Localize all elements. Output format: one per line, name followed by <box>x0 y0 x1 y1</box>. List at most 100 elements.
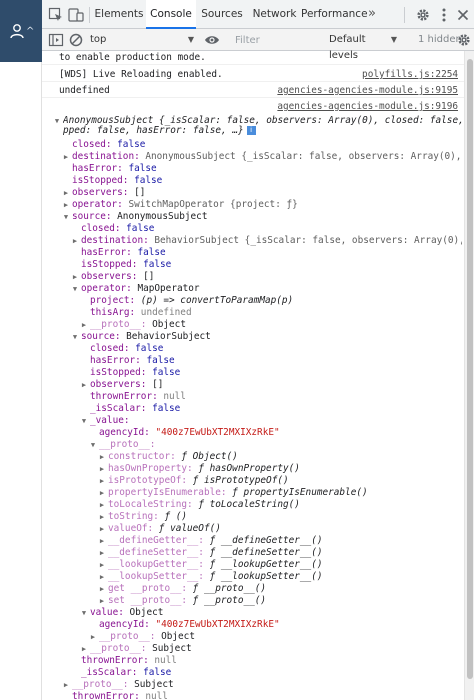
filter-input[interactable]: Filter <box>230 31 320 48</box>
source-link[interactable]: agencies-agencies-module.js:9196 <box>277 101 458 113</box>
expand-triangle[interactable]: ▶ <box>97 535 107 547</box>
property-row[interactable]: destination: BehaviorSubject {_isScalar:… <box>81 235 462 247</box>
property-row[interactable]: hasOwnProperty: ƒ hasOwnProperty() <box>108 463 300 475</box>
property-value: Subject <box>146 643 192 654</box>
expand-triangle[interactable]: ▶ <box>79 319 89 331</box>
property-key: source: <box>72 211 112 222</box>
property-row[interactable]: value: Object <box>90 607 163 619</box>
property-row[interactable]: observers: [] <box>90 379 163 391</box>
expand-triangle[interactable]: ▶ <box>97 559 107 571</box>
expand-triangle[interactable]: ▶ <box>97 463 107 475</box>
property-row[interactable]: set __proto__: ƒ __proto__() <box>108 595 266 607</box>
expand-triangle[interactable]: ▶ <box>97 583 107 595</box>
collapse-triangle[interactable]: ▼ <box>88 439 98 451</box>
eye-icon[interactable] <box>204 32 220 48</box>
chevron-up-icon[interactable]: ^ <box>26 26 34 37</box>
property-row[interactable]: valueOf: ƒ valueOf() <box>108 523 221 535</box>
context-selector[interactable]: top ▼ <box>90 32 200 48</box>
property-row[interactable]: constructor: ƒ Object() <box>108 451 238 463</box>
inspect-element-icon[interactable] <box>48 7 64 23</box>
collapse-triangle[interactable]: ▼ <box>61 211 71 223</box>
expand-triangle[interactable]: ▶ <box>79 379 89 391</box>
console-settings-icon[interactable] <box>456 32 472 48</box>
property-row[interactable]: __proto__: Subject <box>72 679 174 691</box>
collapse-triangle[interactable]: ▼ <box>79 415 89 427</box>
info-icon[interactable]: i <box>246 126 256 135</box>
property-row[interactable]: __proto__: <box>99 439 155 451</box>
console-sidebar-icon[interactable] <box>48 32 64 48</box>
property-row[interactable]: propertyIsEnumerable: ƒ propertyIsEnumer… <box>108 487 368 499</box>
expand-triangle[interactable]: ▶ <box>97 511 107 523</box>
property-row[interactable]: isPrototypeOf: ƒ isPrototypeOf() <box>108 475 289 487</box>
property-row[interactable]: source: AnonymousSubject <box>72 211 207 223</box>
property-key: __defineGetter__: <box>108 535 204 546</box>
property-row[interactable]: operator: MapOperator <box>81 283 200 295</box>
property-key: thrownError: <box>90 391 158 402</box>
property-row[interactable]: __defineGetter__: ƒ __defineGetter__() <box>108 535 322 547</box>
property-row[interactable]: get __proto__: ƒ __proto__() <box>108 583 266 595</box>
property-row[interactable]: source: BehaviorSubject <box>81 331 211 343</box>
expand-triangle[interactable]: ▶ <box>97 571 107 583</box>
expand-triangle[interactable]: ▶ <box>70 271 80 283</box>
expand-triangle[interactable]: ▶ <box>70 235 80 247</box>
tab-sources[interactable]: Sources <box>197 0 247 29</box>
log-levels-dropdown[interactable]: Default levels ▼ <box>329 32 397 61</box>
expand-triangle[interactable]: ▶ <box>97 595 107 607</box>
source-link[interactable]: agencies-agencies-module.js:9195 <box>277 85 458 97</box>
source-link[interactable]: polyfills.js:2254 <box>362 69 458 81</box>
property-row: isStopped: false <box>90 367 180 379</box>
expand-triangle[interactable]: ▶ <box>79 643 89 655</box>
expand-triangle[interactable]: ▶ <box>97 523 107 535</box>
tab-console[interactable]: Console <box>146 0 196 29</box>
console-scrollbar[interactable] <box>464 51 474 700</box>
expand-triangle[interactable]: ▶ <box>61 679 71 691</box>
property-key: observers: <box>81 271 138 282</box>
console-filterbar: top ▼ Filter Default levels ▼ 1 hidden <box>42 29 474 61</box>
property-value: false <box>140 355 175 366</box>
tab-network[interactable]: Network <box>248 0 301 29</box>
property-value: [] <box>137 271 155 282</box>
property-row[interactable]: destination: AnonymousSubject {_isScalar… <box>72 151 462 163</box>
close-icon[interactable] <box>455 7 471 23</box>
expand-triangle[interactable]: ▶ <box>88 631 98 643</box>
property-value: ƒ isPrototypeOf() <box>187 475 289 486</box>
property-row[interactable]: toLocaleString: ƒ toLocaleString() <box>108 499 300 511</box>
tab-performance[interactable]: Performance <box>301 0 368 29</box>
expand-triangle[interactable]: ▶ <box>97 451 107 463</box>
chevron-down-icon: ▼ <box>390 35 397 44</box>
property-row[interactable]: _value: <box>90 415 130 427</box>
device-toolbar-icon[interactable] <box>68 7 84 23</box>
property-row[interactable]: __proto__: Subject <box>90 643 192 655</box>
collapse-triangle[interactable]: ▼ <box>79 607 89 619</box>
property-row[interactable]: __defineSetter__: ƒ __defineSetter__() <box>108 547 322 559</box>
expand-triangle[interactable]: ▶ <box>97 487 107 499</box>
property-row[interactable]: toString: ƒ () <box>108 511 187 523</box>
property-row[interactable]: observers: [] <box>81 271 154 283</box>
expand-triangle[interactable]: ▼ <box>52 115 62 127</box>
clear-console-icon[interactable] <box>68 32 84 48</box>
collapse-triangle[interactable]: ▼ <box>70 331 80 343</box>
property-row[interactable]: operator: SwitchMapOperator {project: ƒ} <box>72 199 298 211</box>
property-value: false <box>122 163 157 174</box>
property-row: hasError: false <box>81 247 166 259</box>
user-icon[interactable] <box>9 23 25 39</box>
expand-triangle[interactable]: ▶ <box>97 547 107 559</box>
more-vert-icon[interactable] <box>436 7 452 23</box>
expand-triangle[interactable]: ▶ <box>97 475 107 487</box>
expand-triangle[interactable]: ▶ <box>97 499 107 511</box>
property-row[interactable]: __proto__: Object <box>90 319 186 331</box>
expand-triangle[interactable]: ▶ <box>61 151 71 163</box>
property-row[interactable]: __lookupGetter__: ƒ __lookupGetter__() <box>108 559 322 571</box>
collapse-triangle[interactable]: ▼ <box>70 283 80 295</box>
more-tabs-button[interactable]: » <box>364 0 380 29</box>
expand-triangle[interactable]: ▶ <box>61 199 71 211</box>
scrollbar-thumb[interactable] <box>467 59 473 679</box>
property-row[interactable]: __proto__: Object <box>99 631 195 643</box>
property-key: toString: <box>108 511 159 522</box>
expand-triangle[interactable]: ▶ <box>61 187 71 199</box>
tab-elements[interactable]: Elements <box>92 0 146 29</box>
property-row[interactable]: __lookupSetter__: ƒ __lookupSetter__() <box>108 571 322 583</box>
gear-icon[interactable] <box>415 7 431 23</box>
property-row[interactable]: observers: [] <box>72 187 145 199</box>
property-row: hasError: false <box>72 163 157 175</box>
